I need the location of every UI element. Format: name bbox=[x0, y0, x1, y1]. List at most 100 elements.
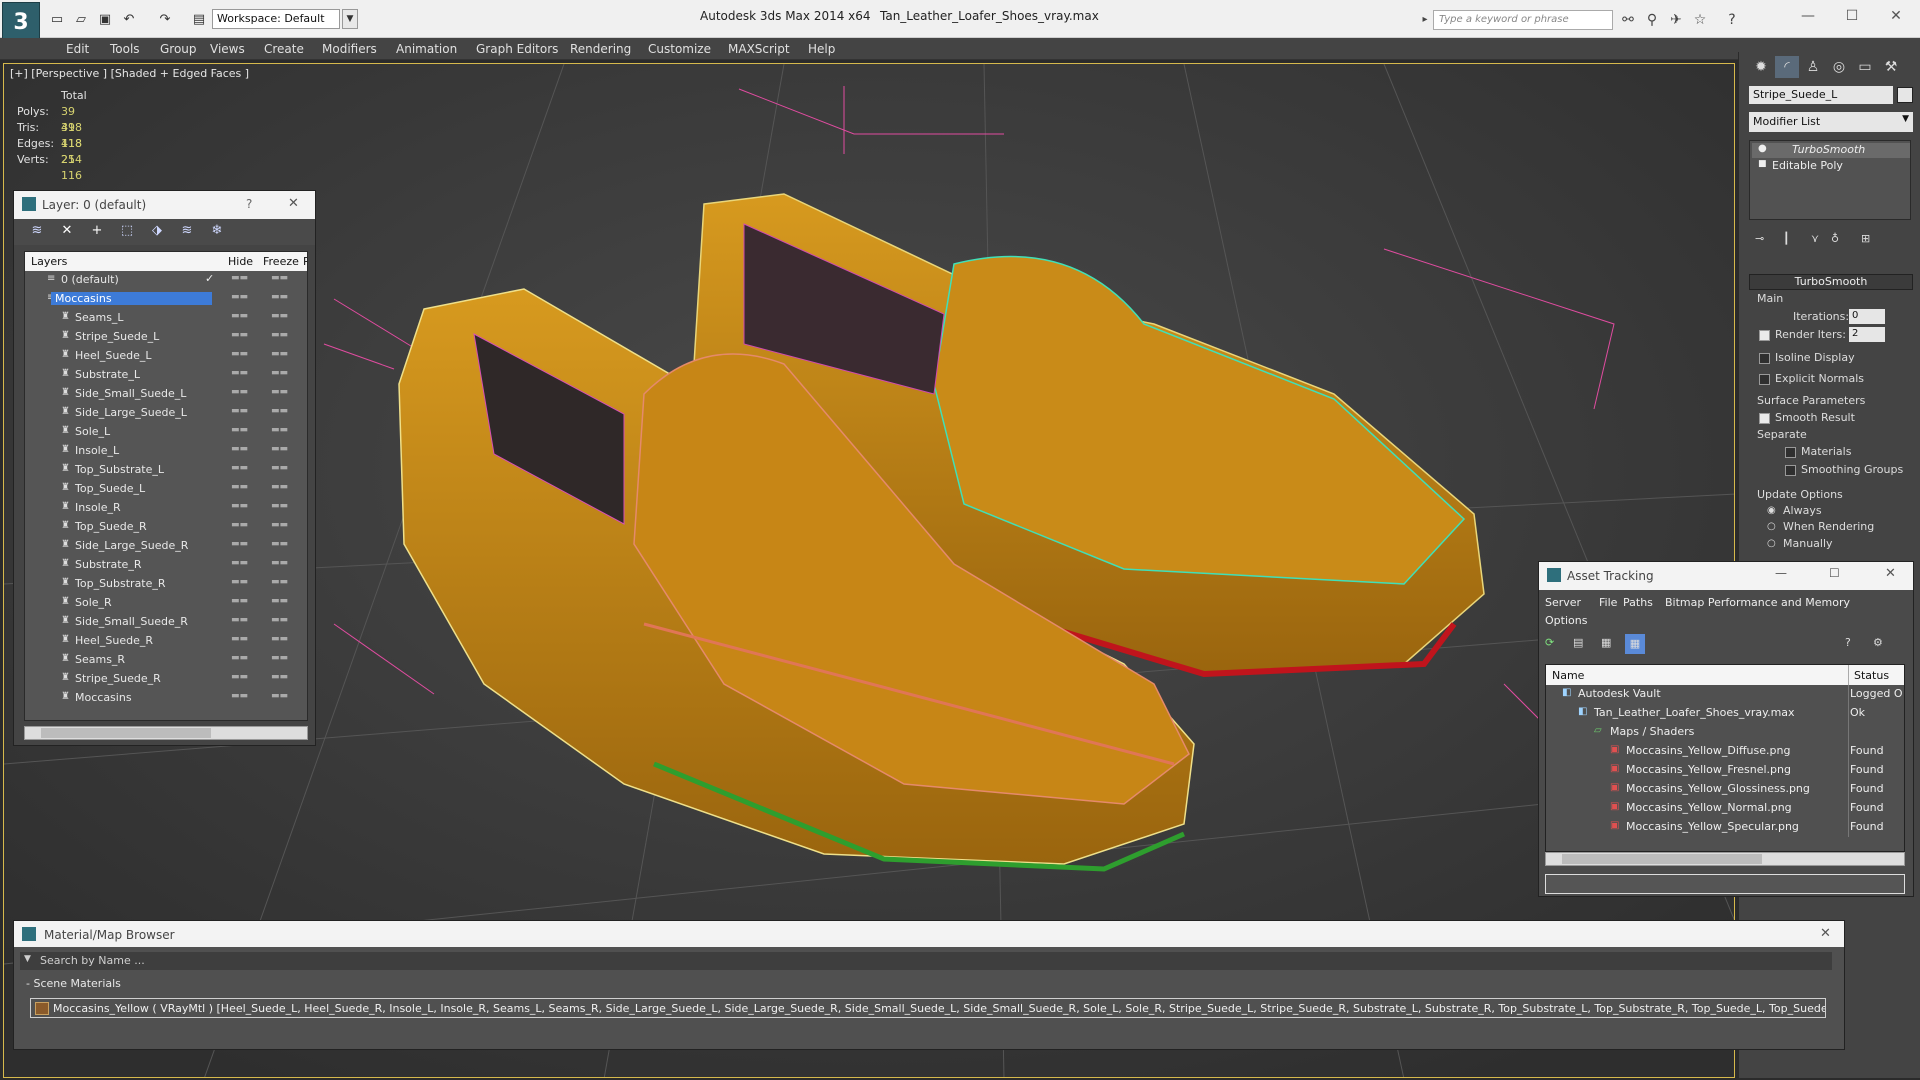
minimize-icon[interactable]: — bbox=[1786, 4, 1830, 28]
smoothing-groups-checkbox[interactable] bbox=[1785, 465, 1796, 476]
hide-toggle[interactable]: ▬▬ bbox=[231, 672, 248, 682]
help-icon[interactable]: ? bbox=[1845, 636, 1851, 649]
layer-row[interactable]: ♜ Heel_Suede_R ▬▬ ▬▬ bbox=[25, 632, 307, 651]
hide-toggle[interactable]: ▬▬ bbox=[231, 539, 248, 549]
hide-toggle[interactable]: ▬▬ bbox=[231, 634, 248, 644]
asset-row[interactable]: ▣ Moccasins_Yellow_Normal.png Found bbox=[1546, 799, 1904, 818]
search-input[interactable]: Type a keyword or phrase bbox=[1433, 10, 1613, 30]
layer-dialog-titlebar[interactable]: Layer: 0 (default) ? ✕ bbox=[14, 191, 315, 219]
hide-toggle[interactable]: ▬▬ bbox=[231, 330, 248, 340]
close-icon[interactable]: ✕ bbox=[1820, 926, 1831, 941]
modify-tab-icon[interactable]: ◜ bbox=[1775, 56, 1799, 78]
asset-path-field[interactable] bbox=[1545, 874, 1905, 894]
maximize-icon[interactable]: ☐ bbox=[1829, 566, 1840, 580]
pin-stack-icon[interactable]: ⊸ bbox=[1755, 232, 1764, 245]
freeze-toggle[interactable]: ▬▬ bbox=[271, 634, 288, 644]
menu-help[interactable]: Help bbox=[800, 38, 843, 60]
freeze-toggle[interactable]: ▬▬ bbox=[271, 425, 288, 435]
thumbnail-view-icon[interactable]: ▦ bbox=[1601, 636, 1611, 649]
chevron-right-icon[interactable]: ▸ bbox=[1418, 10, 1432, 30]
freeze-toggle[interactable]: ▬▬ bbox=[271, 596, 288, 606]
refresh-icon[interactable]: ⟳ bbox=[1545, 636, 1554, 649]
favorites-star-icon[interactable]: ☆ bbox=[1690, 10, 1710, 30]
configure-sets-icon[interactable]: ⊞ bbox=[1861, 232, 1870, 245]
column-hide[interactable]: Hide bbox=[228, 255, 253, 268]
layer-row[interactable]: ♜ Seams_L ▬▬ ▬▬ bbox=[25, 309, 307, 328]
freeze-toggle[interactable]: ▬▬ bbox=[271, 653, 288, 663]
viewport-label[interactable]: [+] [Perspective ] [Shaded + Edged Faces… bbox=[10, 67, 249, 80]
iterations-spinner[interactable]: 0 bbox=[1849, 309, 1885, 324]
hide-toggle[interactable]: ▬▬ bbox=[231, 520, 248, 530]
freeze-toggle[interactable]: ▬▬ bbox=[271, 558, 288, 568]
column-freeze[interactable]: Freeze bbox=[263, 255, 299, 268]
explicit-normals-checkbox[interactable] bbox=[1759, 374, 1770, 385]
freeze-toggle[interactable]: ▬▬ bbox=[271, 463, 288, 473]
hierarchy-tab-icon[interactable]: ♙ bbox=[1801, 56, 1825, 78]
hide-toggle[interactable]: ▬▬ bbox=[231, 653, 248, 663]
layer-row[interactable]: ♜ Top_Substrate_L ▬▬ ▬▬ bbox=[25, 461, 307, 480]
freeze-toggle[interactable]: ▬▬ bbox=[271, 273, 288, 283]
menu-animation[interactable]: Animation bbox=[388, 38, 465, 60]
hide-toggle[interactable]: ▬▬ bbox=[231, 292, 248, 302]
manually-radio[interactable]: ○ bbox=[1767, 538, 1776, 549]
help-icon[interactable]: ? bbox=[246, 197, 252, 211]
freeze-toggle[interactable]: ▬▬ bbox=[271, 311, 288, 321]
layer-row[interactable]: ♜ Side_Small_Suede_R ▬▬ ▬▬ bbox=[25, 613, 307, 632]
layer-row[interactable]: ♜ Insole_R ▬▬ ▬▬ bbox=[25, 499, 307, 518]
hide-toggle[interactable]: ▬▬ bbox=[231, 349, 248, 359]
delete-layer-icon[interactable]: ✕ bbox=[58, 223, 76, 241]
column-name[interactable]: Name bbox=[1552, 669, 1584, 682]
column-render[interactable]: R bbox=[303, 255, 307, 268]
layer-row[interactable]: ♜ Substrate_R ▬▬ ▬▬ bbox=[25, 556, 307, 575]
new-file-icon[interactable]: ▭ bbox=[48, 10, 66, 28]
hide-toggle[interactable]: ▬▬ bbox=[231, 444, 248, 454]
menu-bitmap-performance[interactable]: Bitmap Performance and Memory bbox=[1665, 596, 1850, 609]
create-layer-icon[interactable]: ≋ bbox=[28, 223, 46, 241]
hide-toggle[interactable]: ▬▬ bbox=[231, 596, 248, 606]
menu-views[interactable]: Views bbox=[202, 38, 253, 60]
undo-icon[interactable]: ↶ bbox=[120, 10, 138, 28]
modifier-list-select[interactable]: Modifier List ▼ bbox=[1749, 112, 1913, 132]
create-tab-icon[interactable]: ✹ bbox=[1749, 56, 1773, 78]
menu-server[interactable]: Server bbox=[1545, 596, 1581, 609]
freeze-toggle[interactable]: ▬▬ bbox=[271, 330, 288, 340]
asset-row[interactable]: ▣ Moccasins_Yellow_Fresnel.png Found bbox=[1546, 761, 1904, 780]
list-view-icon[interactable]: ▤ bbox=[1573, 636, 1583, 649]
freeze-toggle[interactable]: ▬▬ bbox=[271, 482, 288, 492]
horizontal-scrollbar[interactable] bbox=[1545, 852, 1905, 866]
object-color-swatch[interactable] bbox=[1897, 87, 1913, 103]
redo-icon[interactable]: ↷ bbox=[156, 10, 174, 28]
material-search-input[interactable]: ▼ Search by Name ... bbox=[20, 952, 1832, 970]
layer-row[interactable]: ♜ Top_Substrate_R ▬▬ ▬▬ bbox=[25, 575, 307, 594]
always-radio[interactable]: ◉ bbox=[1767, 505, 1776, 516]
hide-all-icon[interactable]: ≋ bbox=[178, 223, 196, 241]
maximize-icon[interactable]: ☐ bbox=[1830, 4, 1874, 28]
hide-toggle[interactable]: ▬▬ bbox=[231, 482, 248, 492]
menu-create[interactable]: Create bbox=[256, 38, 312, 60]
motion-tab-icon[interactable]: ◎ bbox=[1827, 56, 1851, 78]
scrollbar-thumb[interactable] bbox=[1562, 854, 1762, 864]
close-icon[interactable]: ✕ bbox=[288, 196, 299, 211]
layer-row[interactable]: ≡ 0 (default) ▬▬ ▬▬ ✓ bbox=[25, 271, 307, 290]
horizontal-scrollbar[interactable] bbox=[24, 726, 308, 740]
subscription-icon[interactable]: ⚲ bbox=[1642, 10, 1662, 30]
smooth-result-checkbox[interactable] bbox=[1759, 413, 1770, 424]
current-layer-check-icon[interactable]: ✓ bbox=[205, 272, 214, 285]
layer-row[interactable]: ♜ Top_Suede_L ▬▬ ▬▬ bbox=[25, 480, 307, 499]
layer-row[interactable]: ♜ Side_Large_Suede_L ▬▬ ▬▬ bbox=[25, 404, 307, 423]
workspace-select[interactable]: Workspace: Default bbox=[212, 9, 340, 29]
open-file-icon[interactable]: ▱ bbox=[72, 10, 90, 28]
menu-edit[interactable]: Edit bbox=[58, 38, 97, 60]
freeze-toggle[interactable]: ▬▬ bbox=[271, 444, 288, 454]
freeze-toggle[interactable]: ▬▬ bbox=[271, 577, 288, 587]
layer-row[interactable]: ♜ Stripe_Suede_R ▬▬ ▬▬ bbox=[25, 670, 307, 689]
object-name-field[interactable]: Stripe_Suede_L bbox=[1749, 86, 1893, 104]
layer-row[interactable]: ♜ Top_Suede_R ▬▬ ▬▬ bbox=[25, 518, 307, 537]
select-objects-icon[interactable]: ⬚ bbox=[118, 223, 136, 241]
expand-icon[interactable]: ■ bbox=[1758, 159, 1767, 169]
search-options-icon[interactable]: ▼ bbox=[24, 954, 31, 964]
hide-toggle[interactable]: ▬▬ bbox=[231, 615, 248, 625]
hide-toggle[interactable]: ▬▬ bbox=[231, 577, 248, 587]
layer-row[interactable]: ♜ Substrate_L ▬▬ ▬▬ bbox=[25, 366, 307, 385]
menu-paths[interactable]: Paths bbox=[1623, 596, 1653, 609]
